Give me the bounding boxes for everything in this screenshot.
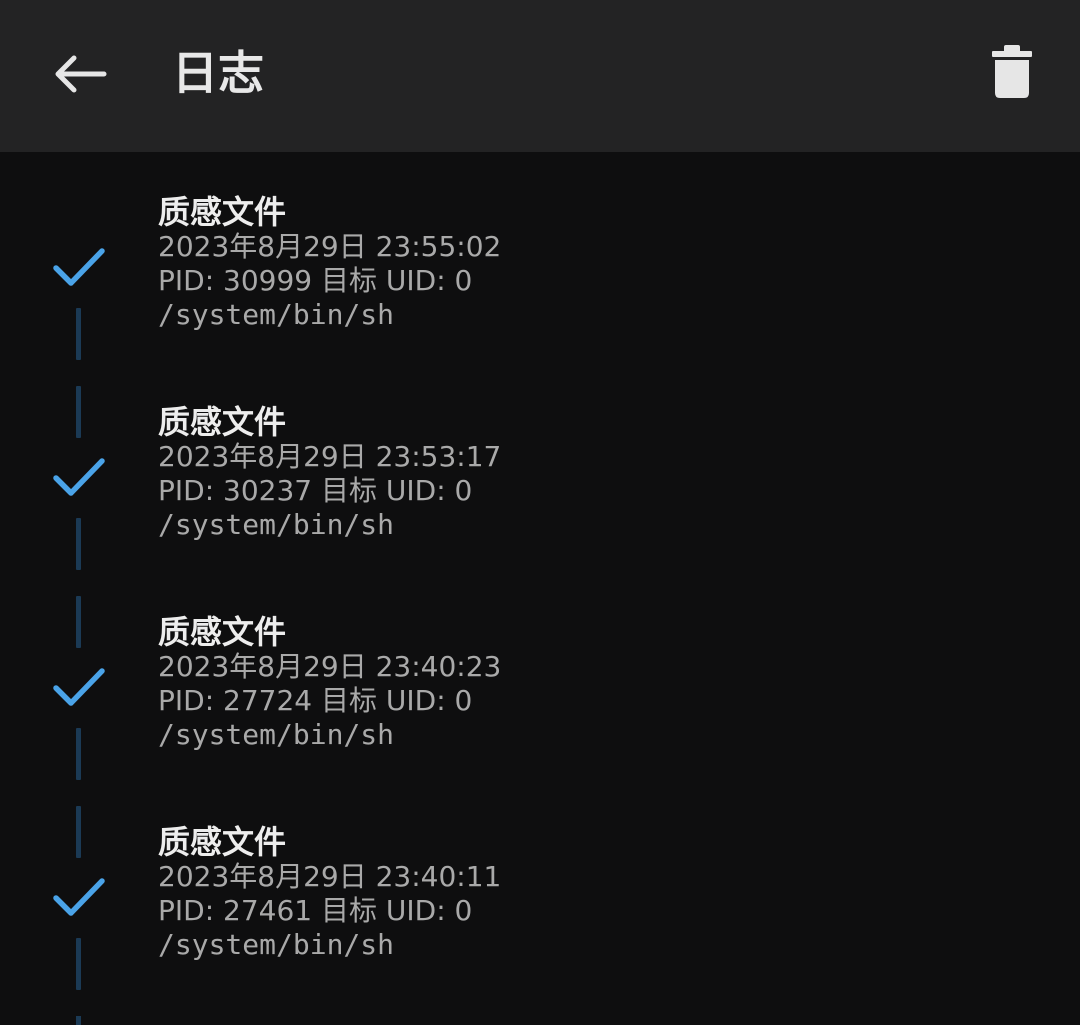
check-icon bbox=[53, 878, 105, 916]
timeline-connector bbox=[76, 806, 81, 858]
log-command: /system/bin/sh bbox=[158, 508, 395, 541]
timeline-connector bbox=[76, 938, 81, 990]
timeline-connector bbox=[76, 596, 81, 648]
list-item[interactable]: 质感文件 2023年8月29日 23:53:17 PID: 30237 目标 U… bbox=[0, 362, 1080, 572]
timeline-connector bbox=[76, 308, 81, 360]
log-timestamp: 2023年8月29日 23:53:17 bbox=[158, 440, 502, 473]
log-pid-uid: PID: 27461 目标 UID: 0 bbox=[158, 894, 473, 927]
log-app-name: 质感文件 bbox=[158, 403, 287, 441]
list-item[interactable]: 质感文件 2023年8月29日 23:40:23 PID: 27724 目标 U… bbox=[0, 572, 1080, 782]
timeline-connector bbox=[76, 518, 81, 570]
log-pid-uid: PID: 30999 目标 UID: 0 bbox=[158, 264, 473, 297]
log-timestamp: 2023年8月29日 23:40:23 bbox=[158, 650, 502, 683]
list-item[interactable]: 质感文件 2023年8月29日 23:55:02 PID: 30999 目标 U… bbox=[0, 152, 1080, 362]
timeline-connector bbox=[76, 386, 81, 438]
log-timestamp: 2023年8月29日 23:40:11 bbox=[158, 860, 502, 893]
log-command: /system/bin/sh bbox=[158, 928, 395, 961]
app-bar: 日志 bbox=[0, 0, 1080, 152]
log-list: 质感文件 2023年8月29日 23:55:02 PID: 30999 目标 U… bbox=[0, 152, 1080, 1025]
arrow-left-icon bbox=[55, 55, 107, 93]
timeline-connector bbox=[76, 728, 81, 780]
log-app-name: 质感文件 bbox=[158, 823, 287, 861]
trash-icon bbox=[992, 45, 1032, 98]
page-title: 日志 bbox=[172, 46, 264, 100]
log-app-name: 质感文件 bbox=[158, 613, 287, 651]
back-button[interactable] bbox=[38, 32, 122, 116]
log-pid-uid: PID: 27724 目标 UID: 0 bbox=[158, 684, 473, 717]
log-command: /system/bin/sh bbox=[158, 298, 395, 331]
list-item[interactable]: 质感文件 2023年8月29日 23:40:11 PID: 27461 目标 U… bbox=[0, 782, 1080, 992]
log-pid-uid: PID: 30237 目标 UID: 0 bbox=[158, 474, 473, 507]
check-icon bbox=[53, 458, 105, 496]
log-app-name: 质感文件 bbox=[158, 193, 287, 231]
log-command: /system/bin/sh bbox=[158, 718, 395, 751]
check-icon bbox=[53, 668, 105, 706]
check-icon bbox=[53, 248, 105, 286]
log-timestamp: 2023年8月29日 23:55:02 bbox=[158, 230, 502, 263]
delete-logs-button[interactable] bbox=[970, 30, 1054, 114]
timeline-connector bbox=[76, 1016, 81, 1025]
